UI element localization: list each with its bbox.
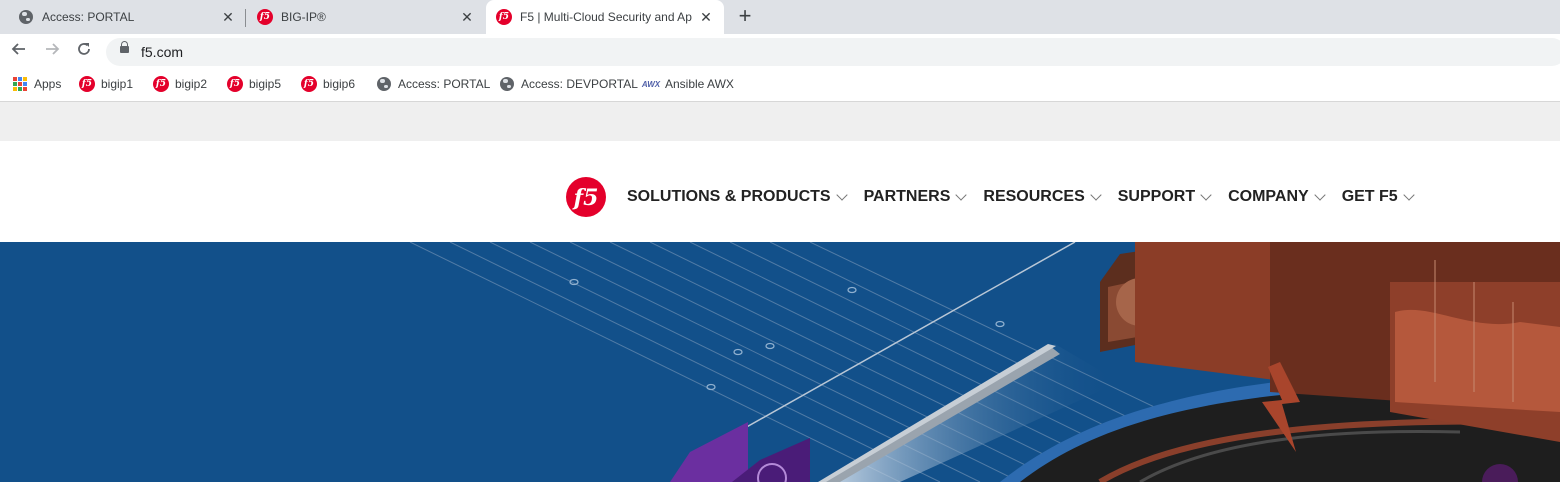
lock-icon bbox=[120, 41, 129, 53]
bookmark-ansible-awx[interactable]: AWX Ansible AWX bbox=[641, 75, 734, 93]
tab-strip: Access: PORTAL ✕ f5 BIG-IP® ✕ f5 F5 | Mu… bbox=[0, 0, 1560, 34]
chevron-down-icon bbox=[1200, 189, 1212, 201]
bookmark-bigip2[interactable]: f5 bigip2 bbox=[153, 75, 207, 93]
nav-label: SUPPORT bbox=[1117, 188, 1196, 205]
f5-logo-icon: f5 bbox=[496, 9, 512, 25]
nav-label: RESOURCES bbox=[983, 188, 1085, 205]
tab-bigip[interactable]: f5 BIG-IP® ✕ bbox=[247, 0, 485, 34]
chevron-down-icon bbox=[835, 189, 848, 201]
bookmark-bigip6[interactable]: f5 bigip6 bbox=[301, 75, 355, 93]
chevron-down-icon bbox=[955, 189, 968, 201]
nav-get-f5[interactable]: GET F5 bbox=[1341, 188, 1415, 206]
tab-access-portal[interactable]: Access: PORTAL ✕ bbox=[0, 0, 246, 34]
hero-banner bbox=[0, 242, 1560, 482]
browser-toolbar: f5.com bbox=[0, 34, 1560, 68]
bookmark-label: Access: DEVPORTAL bbox=[521, 77, 638, 91]
f5-logo[interactable]: f5 bbox=[565, 176, 607, 218]
f5-logo-icon: f5 bbox=[301, 76, 317, 92]
nav-label: COMPANY bbox=[1228, 188, 1309, 205]
main-nav: SOLUTIONS & PRODUCTS PARTNERS RESOURCES … bbox=[627, 188, 1431, 206]
f5-logo-icon: f5 bbox=[227, 76, 243, 92]
chevron-down-icon bbox=[1090, 189, 1102, 201]
top-gray-banner bbox=[0, 102, 1560, 141]
tab-f5-active[interactable]: f5 F5 | Multi-Cloud Security and Ap ✕ bbox=[486, 0, 724, 34]
bookmark-label: Apps bbox=[34, 77, 62, 91]
reload-icon[interactable] bbox=[74, 41, 94, 61]
bookmark-bigip1[interactable]: f5 bigip1 bbox=[79, 75, 133, 93]
close-tab-icon[interactable]: ✕ bbox=[698, 9, 714, 25]
nav-support[interactable]: SUPPORT bbox=[1117, 188, 1212, 206]
close-tab-icon[interactable]: ✕ bbox=[459, 9, 475, 25]
bookmark-label: bigip6 bbox=[323, 77, 356, 91]
bookmark-label: bigip1 bbox=[101, 77, 134, 91]
forward-arrow-icon[interactable] bbox=[42, 41, 62, 61]
logo-text: f5 bbox=[572, 185, 599, 211]
close-tab-icon[interactable]: ✕ bbox=[220, 9, 236, 25]
tab-title: F5 | Multi-Cloud Security and Ap bbox=[520, 10, 692, 24]
nav-label: GET F5 bbox=[1341, 188, 1398, 205]
site-header: f5 SOLUTIONS & PRODUCTS PARTNERS RESOURC… bbox=[0, 141, 1560, 242]
chevron-down-icon bbox=[1314, 189, 1326, 201]
address-bar[interactable]: f5.com bbox=[106, 38, 1560, 66]
bookmark-access-devportal[interactable]: Access: DEVPORTAL bbox=[499, 75, 638, 93]
bookmark-apps[interactable]: Apps bbox=[12, 75, 61, 93]
bookmark-label: Access: PORTAL bbox=[398, 77, 491, 91]
awx-icon: AWX bbox=[641, 79, 661, 89]
f5-logo-icon: f5 bbox=[257, 9, 273, 25]
back-arrow-icon[interactable] bbox=[9, 41, 29, 61]
bookmark-access-portal[interactable]: Access: PORTAL bbox=[376, 75, 490, 93]
tab-title: Access: PORTAL bbox=[42, 10, 135, 24]
globe-icon bbox=[376, 76, 392, 92]
bookmark-label: bigip2 bbox=[175, 77, 208, 91]
f5-logo-icon: f5 bbox=[79, 76, 95, 92]
tab-title: BIG-IP® bbox=[281, 10, 326, 24]
bookmark-label: Ansible AWX bbox=[665, 77, 734, 91]
bookmark-label: bigip5 bbox=[249, 77, 282, 91]
nav-resources[interactable]: RESOURCES bbox=[983, 188, 1102, 206]
tab-separator bbox=[245, 9, 246, 27]
hero-illustration bbox=[409, 242, 1560, 482]
nav-solutions-products[interactable]: SOLUTIONS & PRODUCTS bbox=[627, 188, 848, 206]
nav-label: PARTNERS bbox=[863, 188, 951, 205]
new-tab-button[interactable]: + bbox=[734, 5, 756, 28]
nav-partners[interactable]: PARTNERS bbox=[863, 188, 968, 206]
nav-label: SOLUTIONS & PRODUCTS bbox=[627, 188, 831, 205]
f5-logo-icon: f5 bbox=[153, 76, 169, 92]
globe-icon bbox=[499, 76, 515, 92]
nav-company[interactable]: COMPANY bbox=[1228, 188, 1326, 206]
url-text: f5.com bbox=[141, 44, 184, 60]
chevron-down-icon bbox=[1403, 189, 1415, 201]
globe-icon bbox=[18, 9, 34, 25]
apps-grid-icon bbox=[12, 76, 28, 92]
bookmarks-bar: Apps f5 bigip1 f5 bigip2 f5 bigip5 f5 bi… bbox=[0, 68, 1560, 102]
bookmark-bigip5[interactable]: f5 bigip5 bbox=[227, 75, 281, 93]
